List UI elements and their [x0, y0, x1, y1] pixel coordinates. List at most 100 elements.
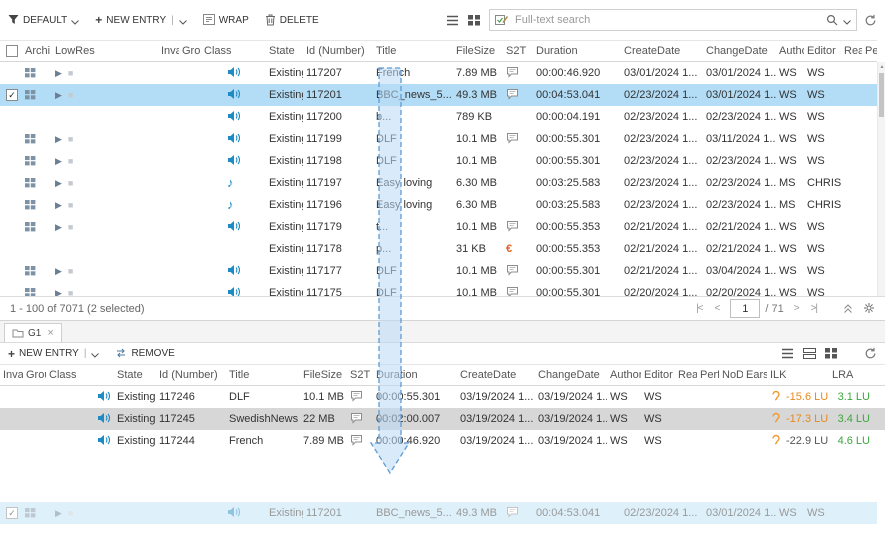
column-header[interactable]: S2T: [347, 365, 373, 385]
tab-g1[interactable]: G1 ×: [4, 323, 62, 342]
scroll-up-icon[interactable]: ▲: [878, 62, 885, 72]
column-header[interactable]: LowRes: [52, 41, 98, 61]
play-icon[interactable]: ▶: [55, 508, 62, 518]
column-header[interactable]: Grou: [179, 41, 201, 61]
table-row[interactable]: ✓▶■Existing117201BBC_news_5...49.3 MB00:…: [0, 84, 877, 106]
row-checkbox[interactable]: ✓: [6, 89, 18, 101]
new-entry-button[interactable]: + NEW ENTRY |: [95, 13, 186, 27]
table-row[interactable]: ▶■♪Existing117196Easy loving6.30 MB00:03…: [0, 194, 877, 216]
collapse-icon[interactable]: [843, 303, 853, 315]
column-header[interactable]: Title: [226, 365, 300, 385]
next-page-button[interactable]: >: [788, 303, 805, 314]
select-all-checkbox[interactable]: [6, 45, 18, 57]
column-header[interactable]: NoDi: [719, 365, 743, 385]
play-icon[interactable]: ▶: [55, 68, 62, 78]
page-input[interactable]: [730, 299, 760, 318]
search-icon[interactable]: [826, 14, 838, 27]
vertical-scrollbar[interactable]: ▲: [877, 62, 885, 296]
column-header[interactable]: Author: [776, 41, 804, 61]
prev-page-button[interactable]: <: [709, 303, 726, 314]
column-header[interactable]: Ears: [743, 365, 767, 385]
last-page-button[interactable]: >|: [805, 303, 823, 314]
rows-view-icon[interactable]: [803, 348, 816, 359]
table-row[interactable]: Existing117245SwedishNews22 MB00:02:00.0…: [0, 408, 885, 430]
column-header[interactable]: ILK: [767, 365, 829, 385]
column-header[interactable]: Author: [607, 365, 641, 385]
column-header[interactable]: Class: [46, 365, 114, 385]
chevron-down-icon[interactable]: [91, 348, 99, 359]
search-input[interactable]: [513, 13, 821, 27]
chevron-down-icon[interactable]: [179, 15, 187, 26]
play-icon[interactable]: ▶: [55, 288, 62, 296]
column-header[interactable]: CreateDate: [457, 365, 535, 385]
column-header[interactable]: ChangeDate: [535, 365, 607, 385]
remove-button[interactable]: REMOVE: [115, 348, 174, 359]
column-header[interactable]: Title: [373, 41, 453, 61]
column-header[interactable]: S2T: [503, 41, 533, 61]
table-row[interactable]: ▶■Existing117207French7.89 MB00:00:46.92…: [0, 62, 877, 84]
table-row[interactable]: ▶■Existing117179t...10.1 MB00:00:55.3530…: [0, 216, 877, 238]
play-icon[interactable]: ▶: [55, 156, 62, 166]
column-header[interactable]: ChangeDate: [703, 41, 776, 61]
column-header[interactable]: [0, 41, 22, 61]
cell-perfe: [862, 128, 877, 150]
column-header[interactable]: Editor: [804, 41, 841, 61]
column-header[interactable]: State: [114, 365, 156, 385]
column-header[interactable]: LRA: [829, 365, 873, 385]
refresh-icon[interactable]: [864, 14, 877, 27]
play-icon[interactable]: ▶: [55, 90, 62, 100]
column-header[interactable]: Perfe: [862, 41, 877, 61]
column-header[interactable]: Class: [201, 41, 266, 61]
wrap-button[interactable]: WRAP: [203, 14, 249, 26]
column-header[interactable]: Duration: [533, 41, 621, 61]
play-icon[interactable]: ▶: [55, 200, 62, 210]
column-header[interactable]: Id (Number): [156, 365, 226, 385]
column-header[interactable]: [98, 41, 158, 61]
column-header[interactable]: Archi: [22, 41, 52, 61]
column-header[interactable]: Duration: [373, 365, 457, 385]
play-icon[interactable]: ▶: [55, 222, 62, 232]
filter-default-button[interactable]: DEFAULT: [8, 14, 79, 26]
list-view-icon[interactable]: [781, 348, 794, 359]
column-header[interactable]: FileSize: [453, 41, 503, 61]
edit-filter-icon[interactable]: [495, 14, 508, 27]
column-header[interactable]: Perfe: [697, 365, 719, 385]
play-icon[interactable]: ▶: [55, 134, 62, 144]
grid-view-icon[interactable]: [468, 15, 480, 26]
column-header[interactable]: Inval: [158, 41, 179, 61]
column-header[interactable]: Inval: [0, 365, 23, 385]
table-row[interactable]: Existing117246DLF10.1 MB00:00:55.30103/1…: [0, 386, 885, 408]
table-row[interactable]: ▶■Existing117177DLF10.1 MB00:00:55.30102…: [0, 260, 877, 282]
table-row[interactable]: ▶■♪Existing117197Easy loving6.30 MB00:03…: [0, 172, 877, 194]
first-page-button[interactable]: |<: [690, 303, 708, 314]
refresh-icon[interactable]: [864, 347, 877, 360]
column-header[interactable]: Editor: [641, 365, 675, 385]
scrollbar-thumb[interactable]: [879, 73, 884, 117]
table-row[interactable]: ▶■Existing117199DLF10.1 MB00:00:55.30102…: [0, 128, 877, 150]
cell-inval: [158, 260, 179, 282]
close-icon[interactable]: ×: [47, 327, 53, 339]
table-row[interactable]: Existing117178p...31 KB€00:00:55.35302/2…: [0, 238, 877, 260]
column-header[interactable]: CreateDate: [621, 41, 703, 61]
delete-button[interactable]: DELETE: [265, 14, 319, 27]
search-chevron-down-icon[interactable]: [843, 14, 851, 26]
table-row[interactable]: Existing117200b...789 KB00:00:04.19102/2…: [0, 106, 877, 128]
gear-icon[interactable]: [863, 302, 875, 315]
table-row[interactable]: ▶■Existing117198DLF10.1 MB00:00:55.30102…: [0, 150, 877, 172]
column-header[interactable]: Read: [675, 365, 697, 385]
archive-icon: [25, 287, 36, 296]
column-header[interactable]: Grou: [23, 365, 46, 385]
column-header[interactable]: Read: [841, 41, 862, 61]
play-icon[interactable]: ▶: [55, 178, 62, 188]
column-header[interactable]: State: [266, 41, 303, 61]
table-row[interactable]: ▶■Existing117175DLF10.1 MB00:00:55.30102…: [0, 282, 877, 296]
table-row[interactable]: Existing117244French7.89 MB00:00:46.9200…: [0, 430, 885, 452]
new-entry-button-bottom[interactable]: + NEW ENTRY |: [8, 347, 99, 361]
play-icon[interactable]: ▶: [55, 266, 62, 276]
cell-chdate: 03/19/2024 1...: [535, 408, 607, 430]
column-header[interactable]: FileSize: [300, 365, 347, 385]
list-view-icon[interactable]: [446, 15, 459, 26]
row-checkbox[interactable]: ✓: [6, 507, 18, 519]
grid-view-icon[interactable]: [825, 348, 837, 359]
column-header[interactable]: Id (Number): [303, 41, 373, 61]
